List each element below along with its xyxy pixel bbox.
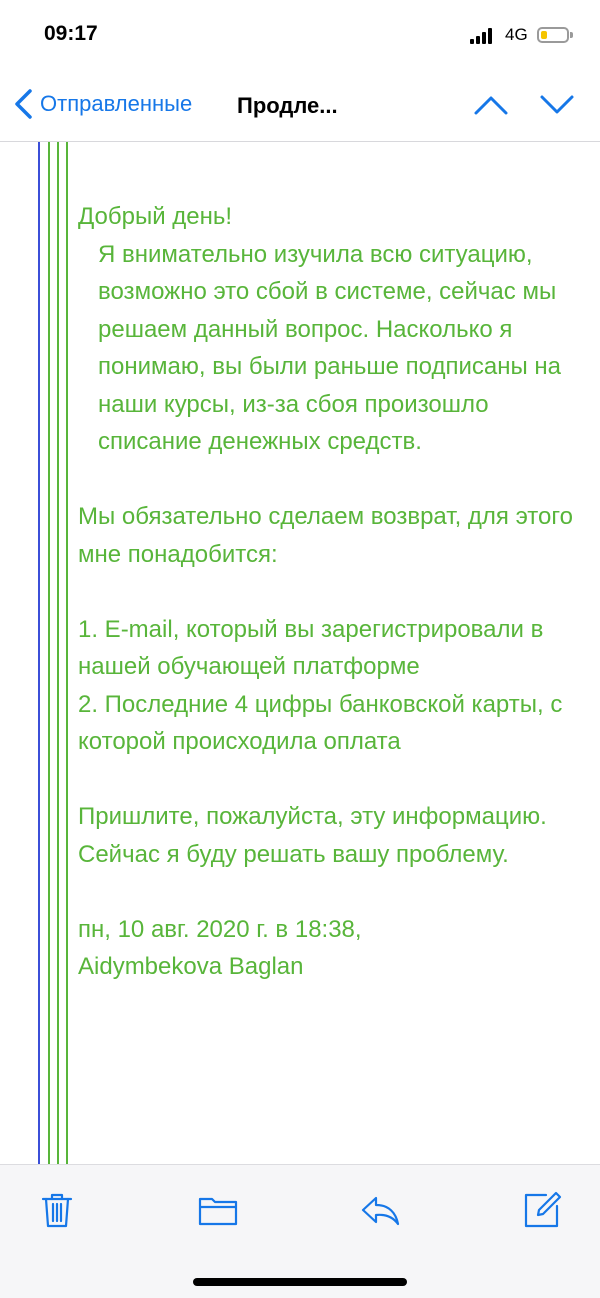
nav-bar: Отправленные Продле... <box>0 70 600 142</box>
list-item: 1. E-mail, который вы зарегистрировали в… <box>78 615 544 681</box>
status-bar: 09:17 4G <box>0 0 600 70</box>
chevron-left-icon <box>15 89 32 119</box>
back-button[interactable]: Отправленные <box>10 88 192 120</box>
trash-icon[interactable] <box>37 1190 77 1230</box>
quoted-message: Добрый день! Я внимательно изучила всю с… <box>78 198 578 986</box>
attribution-name: Aidymbekova Baglan <box>78 953 304 980</box>
back-label: Отправленные <box>40 91 193 116</box>
quote-bar-green <box>57 142 59 1164</box>
previous-message-button[interactable] <box>473 92 509 118</box>
bottom-toolbar <box>0 1164 600 1298</box>
reply-icon[interactable] <box>360 1190 400 1230</box>
message-body[interactable]: Добрый день! Я внимательно изучила всю с… <box>0 142 600 1164</box>
battery-icon <box>537 27 569 43</box>
status-time: 09:17 <box>44 22 98 45</box>
nav-title: Продле... <box>237 93 338 118</box>
list-item: 2. Последние 4 цифры банковской карты, с… <box>78 690 563 756</box>
signal-icon <box>470 28 496 44</box>
paragraph: Пришлите, пожалуйста, эту информацию. Се… <box>78 803 547 868</box>
quote-bar-green <box>66 142 68 1164</box>
compose-icon[interactable] <box>522 1190 562 1230</box>
paragraph: Я внимательно изучила всю ситуацию, возм… <box>98 240 561 456</box>
quote-bar-green <box>48 142 50 1164</box>
attribution-date: пн, 10 авг. 2020 г. в 18:38, <box>78 915 362 943</box>
paragraph: Мы обязательно сделаем возврат, для этог… <box>78 503 573 568</box>
home-indicator[interactable] <box>193 1278 407 1286</box>
network-type: 4G <box>505 25 528 44</box>
folder-icon[interactable] <box>198 1190 238 1230</box>
quote-bar-blue <box>38 142 40 1164</box>
greeting: Добрый день! <box>78 203 233 230</box>
next-message-button[interactable] <box>539 92 575 118</box>
